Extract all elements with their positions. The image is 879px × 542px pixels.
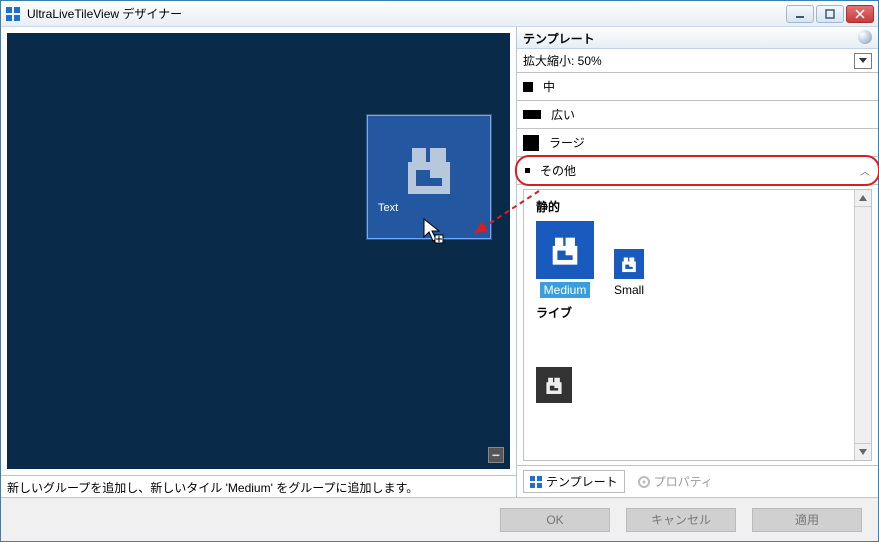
window-title: UltraLiveTileView デザイナー xyxy=(27,5,182,22)
template-panel: テンプレート 拡大縮小: 50% 中 広い ラージ その他 xyxy=(517,27,878,497)
window-controls xyxy=(786,5,874,23)
panel-header: テンプレート xyxy=(517,27,878,49)
size-medium-label: 中 xyxy=(543,78,555,95)
templates-icon xyxy=(530,476,542,488)
size-option-large[interactable]: ラージ xyxy=(517,129,878,157)
design-canvas[interactable]: Text − xyxy=(7,33,510,469)
template-gallery: 静的 Medium Small xyxy=(523,189,872,461)
gallery-live-header: ライブ xyxy=(536,304,865,321)
drag-tile-medium[interactable]: Text xyxy=(367,115,491,239)
gallery-static-header: 静的 xyxy=(536,198,865,215)
tile-text-label: Text xyxy=(378,202,398,214)
gallery-item-small-label: Small xyxy=(610,282,648,298)
size-large-icon xyxy=(523,135,539,151)
size-wide-icon xyxy=(523,110,541,119)
size-medium-icon xyxy=(523,82,533,92)
content-area: Text − 新しいグループを追加し、新しいタイル 'Medium' をグループ… xyxy=(1,27,878,497)
zoom-row[interactable]: 拡大縮小: 50% xyxy=(517,49,878,73)
scroll-down-button[interactable] xyxy=(855,443,871,460)
size-option-wide[interactable]: 広い xyxy=(517,101,878,129)
close-button[interactable] xyxy=(846,5,874,23)
tile-glyph-icon xyxy=(400,140,458,198)
tab-templates[interactable]: テンプレート xyxy=(523,470,625,493)
gallery-scrollbar[interactable] xyxy=(854,190,871,460)
canvas-pane: Text − 新しいグループを追加し、新しいタイル 'Medium' をグループ… xyxy=(1,27,517,497)
tab-properties[interactable]: プロパティ xyxy=(631,470,720,493)
gallery-item-medium[interactable]: Medium xyxy=(536,221,594,298)
tile-glyph-icon xyxy=(544,375,564,395)
zoom-dropdown-button[interactable] xyxy=(854,53,872,69)
apply-button[interactable]: 適用 xyxy=(752,508,862,532)
gallery-item-medium-label: Medium xyxy=(540,282,591,298)
panel-header-label: テンプレート xyxy=(523,32,595,46)
designer-window: UltraLiveTileView デザイナー Text xyxy=(0,0,879,542)
status-hint: 新しいグループを追加し、新しいタイル 'Medium' をグループに追加します。 xyxy=(1,475,516,497)
scroll-up-button[interactable] xyxy=(855,190,871,207)
cancel-button[interactable]: キャンセル xyxy=(626,508,736,532)
collapse-handle[interactable]: − xyxy=(488,447,504,463)
maximize-button[interactable] xyxy=(816,5,844,23)
size-large-label: ラージ xyxy=(549,134,585,151)
panel-tabs: テンプレート プロパティ xyxy=(517,465,878,497)
tile-glyph-icon xyxy=(548,233,582,267)
size-option-other[interactable]: その他 ︿ xyxy=(517,157,878,185)
titlebar: UltraLiveTileView デザイナー xyxy=(1,1,878,27)
size-other-label: その他 xyxy=(540,162,576,179)
gear-icon xyxy=(638,476,650,488)
ok-button[interactable]: OK xyxy=(500,508,610,532)
sphere-icon xyxy=(858,30,872,44)
dialog-button-bar: OK キャンセル 適用 xyxy=(1,497,878,541)
tab-templates-label: テンプレート xyxy=(546,473,618,490)
size-option-medium[interactable]: 中 xyxy=(517,73,878,101)
size-wide-label: 広い xyxy=(551,106,575,123)
zoom-label: 拡大縮小: 50% xyxy=(523,52,602,69)
gallery-item-live[interactable] xyxy=(536,367,572,403)
chevron-up-icon: ︿ xyxy=(860,163,870,178)
size-other-icon xyxy=(525,168,530,173)
minimize-button[interactable] xyxy=(786,5,814,23)
tile-glyph-icon xyxy=(620,255,638,273)
app-icon xyxy=(5,6,21,22)
gallery-item-small[interactable]: Small xyxy=(610,249,648,298)
tab-properties-label: プロパティ xyxy=(654,473,713,490)
